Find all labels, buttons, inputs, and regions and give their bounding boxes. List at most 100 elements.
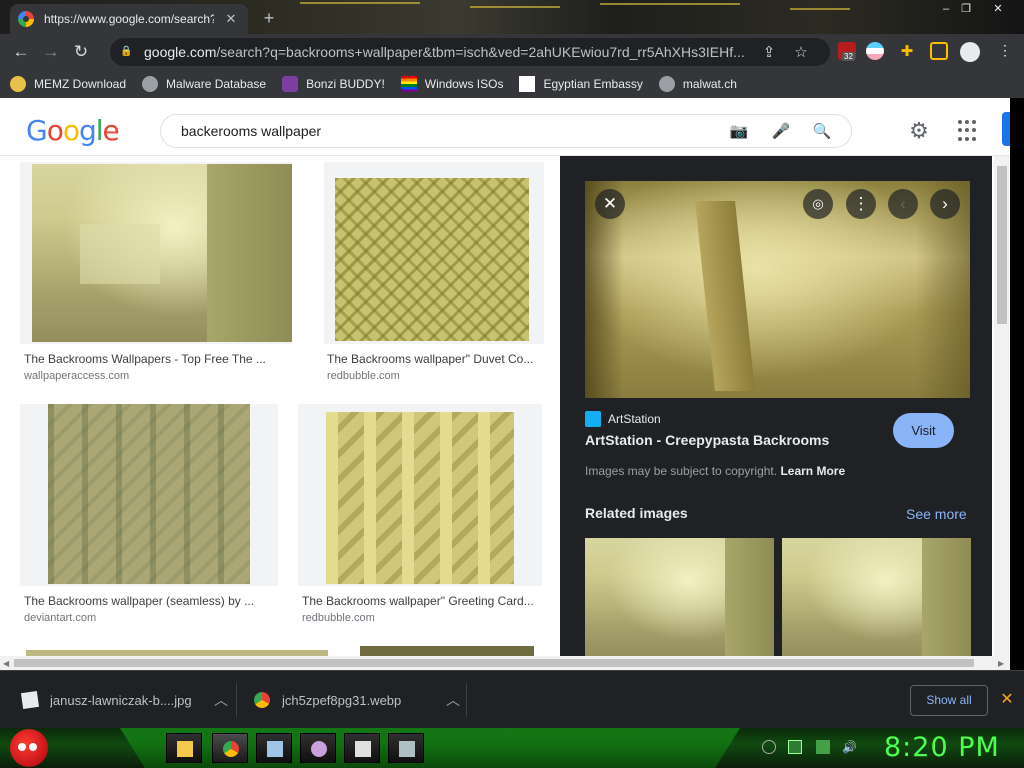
bookmark-windows-isos[interactable]: Windows ISOs [400,76,503,92]
vertical-scroll-thumb[interactable] [997,166,1007,324]
result-source: redbubble.com [327,370,400,382]
google-logo[interactable]: Google [26,114,120,147]
globe-icon [142,76,159,92]
related-image[interactable] [585,538,774,658]
tray-app-icon[interactable] [788,740,802,754]
windows-flag-icon [400,76,417,92]
search-icon[interactable]: 🔍 [812,122,832,142]
browser-toolbar: ← → ↻ 🔒 google.com/search?q=backrooms+wa… [0,34,1024,70]
result-title[interactable]: The Backrooms Wallpapers - Top Free The … [24,352,284,366]
taskbar-clock[interactable]: 8:20 PM [884,732,1000,763]
chevron-up-icon[interactable]: ︿ [446,690,460,710]
wix-icon [519,76,536,92]
bookmark-malwatch[interactable]: malwat.ch [658,76,737,92]
settings-gear-icon[interactable]: ⚙ [906,118,932,144]
image-results-grid: The Backrooms Wallpapers - Top Free The … [0,156,560,658]
start-button[interactable] [10,729,48,767]
copyright-notice: Images may be subject to copyright. Lear… [585,464,846,478]
camera-search-icon[interactable]: 📷 [729,122,749,142]
tab-title: https://www.google.com/search? [44,12,214,26]
visit-button[interactable]: Visit [893,413,954,448]
scroll-right-icon[interactable]: ▶ [998,659,1004,668]
document-icon [355,741,371,757]
paint-icon [311,741,327,757]
close-tab-icon[interactable]: ✕ [222,11,240,27]
horizontal-scroll-thumb[interactable] [14,659,974,667]
previous-image-icon[interactable]: ‹ [888,189,918,219]
search-input[interactable]: backerooms wallpaper [181,123,321,139]
taskbar-app-3[interactable] [256,733,292,763]
new-tab-button[interactable]: + [258,8,280,29]
taskbar-app-4[interactable] [300,733,336,763]
result-image[interactable] [32,164,292,342]
result-source: redbubble.com [302,612,375,624]
bookmark-star-icon[interactable]: ☆ [792,43,810,61]
horizontal-scrollbar[interactable]: ◀ ▶ [0,656,1010,670]
download-item[interactable]: jch5zpef8pg31.webp ︿ [254,671,460,729]
profile-flag-icon[interactable] [866,42,884,60]
result-image[interactable] [48,404,250,584]
close-downloads-bar-icon[interactable]: ✕ [998,689,1016,709]
image-preview-panel: ✕ ◎ ⋮ ‹ › ArtStation ArtStation - Creepy… [560,156,992,658]
close-preview-icon[interactable]: ✕ [595,189,625,219]
scroll-left-icon[interactable]: ◀ [3,659,9,668]
bookmark-bonzi-buddy[interactable]: Bonzi BUDDY! [282,76,385,92]
download-item[interactable]: janusz-lawniczak-b....jpg ︿ [20,671,228,729]
bonzi-icon [282,76,299,92]
window-edge [1010,98,1024,670]
bookmark-egyptian-embassy[interactable]: Egyptian Embassy [519,76,643,92]
taskbar-app-6[interactable] [388,733,424,763]
maximize-button[interactable]: ❐ [958,2,974,16]
computer-icon [399,741,415,757]
lock-icon: 🔒 [120,46,133,57]
result-title[interactable]: The Backrooms wallpaper" Greeting Card..… [302,594,542,608]
result-title[interactable]: The Backrooms wallpaper" Duvet Co... [327,352,541,366]
preview-title[interactable]: ArtStation - Creepypasta Backrooms [585,432,829,448]
folder-icon [177,741,193,757]
result-image[interactable] [326,412,514,584]
profile-avatar-icon[interactable] [960,42,980,62]
ublock-extension-icon[interactable]: 32 [838,42,856,61]
window-app-icon [267,741,283,757]
search-box[interactable]: backerooms wallpaper 📷 🎤 🔍 [160,114,852,148]
share-icon[interactable]: ⇪ [760,43,778,61]
show-all-downloads-button[interactable]: Show all [910,685,988,716]
bookmark-malware-database[interactable]: Malware Database [142,76,266,92]
tray-arrow-icon[interactable] [762,740,776,754]
lens-search-icon[interactable]: ◎ [803,189,833,219]
volume-icon[interactable]: 🔊 [842,740,857,754]
tab-strip: https://www.google.com/search? ✕ + – ❐ ✕ [0,0,1024,34]
taskbar-explorer[interactable] [166,733,202,763]
result-source: wallpaperaccess.com [24,370,130,382]
forward-button[interactable]: → [36,37,66,67]
microphone-icon[interactable]: 🎤 [771,122,791,142]
globe-icon [658,76,675,92]
chrome-menu-icon[interactable]: ⋮ [996,42,1014,60]
chevron-up-icon[interactable]: ︿ [214,690,228,710]
minimize-button[interactable]: – [938,2,954,16]
sign-in-button[interactable] [1002,112,1010,146]
address-bar[interactable]: 🔒 google.com/search?q=backrooms+wallpape… [110,38,830,66]
sidebar-toggle-icon[interactable] [930,42,948,60]
taskbar-app-5[interactable] [344,733,380,763]
learn-more-link[interactable]: Learn More [780,464,845,478]
extension-badge: 32 [842,52,855,61]
browser-tab[interactable]: https://www.google.com/search? ✕ [10,4,248,34]
google-apps-icon[interactable] [958,120,980,142]
google-favicon-icon [18,11,34,27]
more-options-icon[interactable]: ⋮ [846,189,876,219]
taskbar-chrome[interactable] [212,733,248,763]
result-title[interactable]: The Backrooms wallpaper (seamless) by ..… [24,594,274,608]
see-more-link[interactable]: See more [906,506,967,522]
vertical-scrollbar[interactable] [994,156,1010,656]
network-icon[interactable] [816,740,830,754]
bookmark-memz[interactable]: MEMZ Download [10,76,126,92]
related-image[interactable] [782,538,971,658]
extensions-puzzle-icon[interactable]: ✚ [898,42,916,60]
reload-button[interactable]: ↻ [66,37,96,67]
close-window-button[interactable]: ✕ [990,2,1006,16]
back-button[interactable]: ← [6,37,36,67]
next-image-icon[interactable]: › [930,189,960,219]
preview-source[interactable]: ArtStation [585,411,661,427]
result-image[interactable] [335,178,529,341]
